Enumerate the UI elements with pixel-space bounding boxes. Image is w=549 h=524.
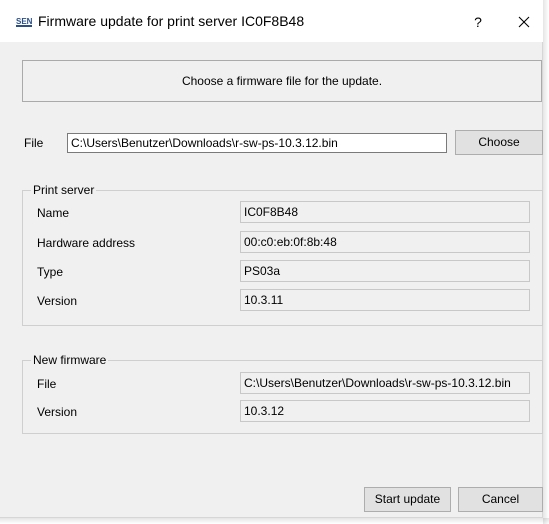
hardware-address-value: 00:c0:eb:0f:8b:48 [240,231,530,253]
window-shadow-right [543,0,549,524]
new-firmware-legend: New firmware [31,353,109,367]
new-version-label: Version [37,405,78,419]
start-update-button[interactable]: Start update [364,487,451,512]
file-label: File [24,136,44,150]
name-label: Name [37,206,70,220]
instruction-banner: Choose a firmware file for the update. [22,60,542,102]
close-button[interactable] [510,8,538,36]
close-icon [510,16,538,40]
type-value: PS03a [240,260,530,282]
window-shadow-bottom [0,518,549,524]
type-label: Type [37,265,64,279]
title-bar[interactable]: SEN Firmware update for print server IC0… [0,0,543,42]
new-file-label: File [37,377,57,391]
svg-text:SEN: SEN [16,17,32,26]
new-version-value: 10.3.12 [240,400,530,422]
cancel-button[interactable]: Cancel [458,487,543,512]
name-value: IC0F8B48 [240,201,530,223]
version-value: 10.3.11 [240,289,530,311]
print-server-legend: Print server [31,183,97,197]
instruction-text: Choose a firmware file for the update. [181,74,383,88]
firmware-update-dialog: SEN Firmware update for print server IC0… [0,0,543,518]
hardware-address-label: Hardware address [37,236,136,250]
window-title: Firmware update for print server IC0F8B4… [38,13,305,29]
choose-button[interactable]: Choose [455,130,543,155]
version-label: Version [37,294,78,308]
help-button[interactable]: ? [464,8,492,36]
new-file-value: C:\Users\Benutzer\Downloads\r-sw-ps-10.3… [240,372,530,394]
file-path-input[interactable]: C:\Users\Benutzer\Downloads\r-sw-ps-10.3… [67,133,447,153]
sen-app-icon: SEN [16,14,33,28]
